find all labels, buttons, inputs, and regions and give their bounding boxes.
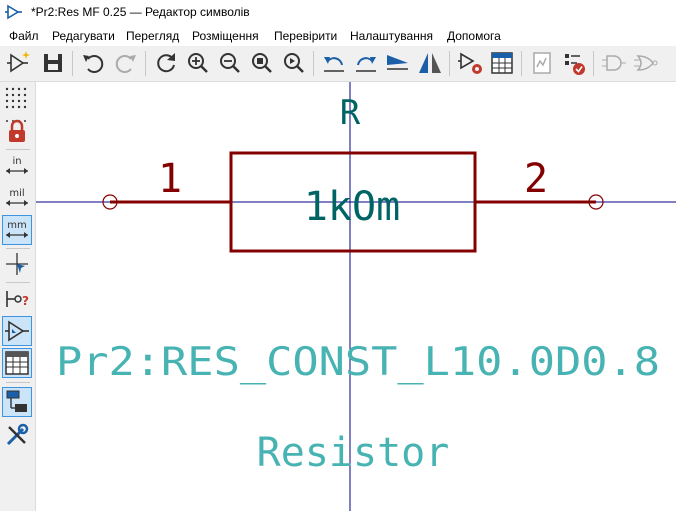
svg-text:?: ?: [22, 294, 29, 308]
new-symbol-icon[interactable]: [5, 49, 33, 77]
zoom-in-icon[interactable]: [184, 49, 212, 77]
toolbar-separator: [313, 51, 314, 76]
rotate-ccw-icon[interactable]: [320, 49, 348, 77]
value-field[interactable]: 1kOm: [304, 184, 400, 230]
description-field[interactable]: Resistor: [257, 430, 450, 476]
units-mm-button[interactable]: mm: [2, 215, 32, 245]
title-bar: *Pr2:Res MF 0.25 — Редактор символів: [0, 0, 676, 26]
undo-icon[interactable]: [79, 49, 107, 77]
units-inches-button[interactable]: in: [3, 152, 31, 180]
refresh-icon[interactable]: [152, 49, 180, 77]
menu-inspect[interactable]: Перевірити: [274, 29, 337, 43]
main-toolbar: [0, 46, 676, 82]
symbol-table-icon[interactable]: [2, 348, 32, 378]
show-hidden-pins-icon[interactable]: [2, 316, 32, 346]
zoom-tool-icon[interactable]: [280, 49, 308, 77]
menu-preferences[interactable]: Налаштування: [350, 29, 433, 43]
redo-icon[interactable]: [112, 49, 140, 77]
toolbar-separator: [449, 51, 450, 76]
toolbar-separator: [521, 51, 522, 76]
toolbar-separator: [593, 51, 594, 76]
window-title: *Pr2:Res MF 0.25 — Редактор символів: [31, 5, 250, 19]
toolbar-separator: [6, 149, 30, 150]
menu-file[interactable]: Файл: [9, 29, 39, 43]
units-mils-label: mil: [9, 188, 24, 199]
symbol-drawing: R 1 2 1kOm Pr2:RES_CONST_L10.0D0.8 Resis…: [36, 82, 676, 511]
tools-icon[interactable]: [3, 421, 31, 449]
reference-field[interactable]: R: [340, 93, 361, 133]
pin-table-icon[interactable]: [488, 49, 516, 77]
pin-2-number: 2: [524, 156, 548, 202]
show-pin-electrical-type-icon[interactable]: ?: [3, 285, 31, 313]
toolbar-separator: [6, 382, 30, 383]
symbol-properties-icon[interactable]: [456, 49, 484, 77]
menu-place[interactable]: Розміщення: [192, 29, 259, 43]
menu-help[interactable]: Допомога: [447, 29, 501, 43]
toolbar-separator: [145, 51, 146, 76]
save-icon[interactable]: [39, 49, 67, 77]
rotate-cw-icon[interactable]: [352, 49, 380, 77]
units-inches-label: in: [12, 156, 21, 167]
footprint-field[interactable]: Pr2:RES_CONST_L10.0D0.8: [56, 340, 660, 385]
grid-toggle-icon[interactable]: [3, 85, 31, 113]
toolbar-separator: [6, 282, 30, 283]
mirror-horizontal-icon[interactable]: [416, 49, 444, 77]
units-mm-label: mm: [7, 220, 26, 231]
units-mils-button[interactable]: mil: [3, 184, 31, 212]
grid-lock-icon[interactable]: [3, 117, 31, 145]
mirror-vertical-icon[interactable]: [384, 49, 412, 77]
hierarchy-navigator-icon[interactable]: [2, 387, 32, 417]
symbol-canvas[interactable]: R 1 2 1kOm Pr2:RES_CONST_L10.0D0.8 Resis…: [36, 82, 676, 511]
pin-1-number: 1: [158, 156, 182, 202]
menu-view[interactable]: Перегляд: [126, 29, 179, 43]
de-morgan-alternate-icon[interactable]: [632, 49, 660, 77]
de-morgan-standard-icon[interactable]: [600, 49, 628, 77]
left-toolbar: in mil mm ?: [0, 82, 36, 511]
app-icon: [5, 4, 22, 20]
datasheet-icon[interactable]: [528, 49, 556, 77]
menu-bar: Файл Редагувати Перегляд Розміщення Пере…: [0, 26, 676, 46]
cursor-shape-icon[interactable]: [3, 250, 31, 278]
toolbar-separator: [72, 51, 73, 76]
symbol-checker-icon[interactable]: [560, 49, 588, 77]
zoom-fit-icon[interactable]: [248, 49, 276, 77]
menu-edit[interactable]: Редагувати: [52, 29, 115, 43]
toolbar-separator: [6, 248, 30, 249]
zoom-out-icon[interactable]: [216, 49, 244, 77]
